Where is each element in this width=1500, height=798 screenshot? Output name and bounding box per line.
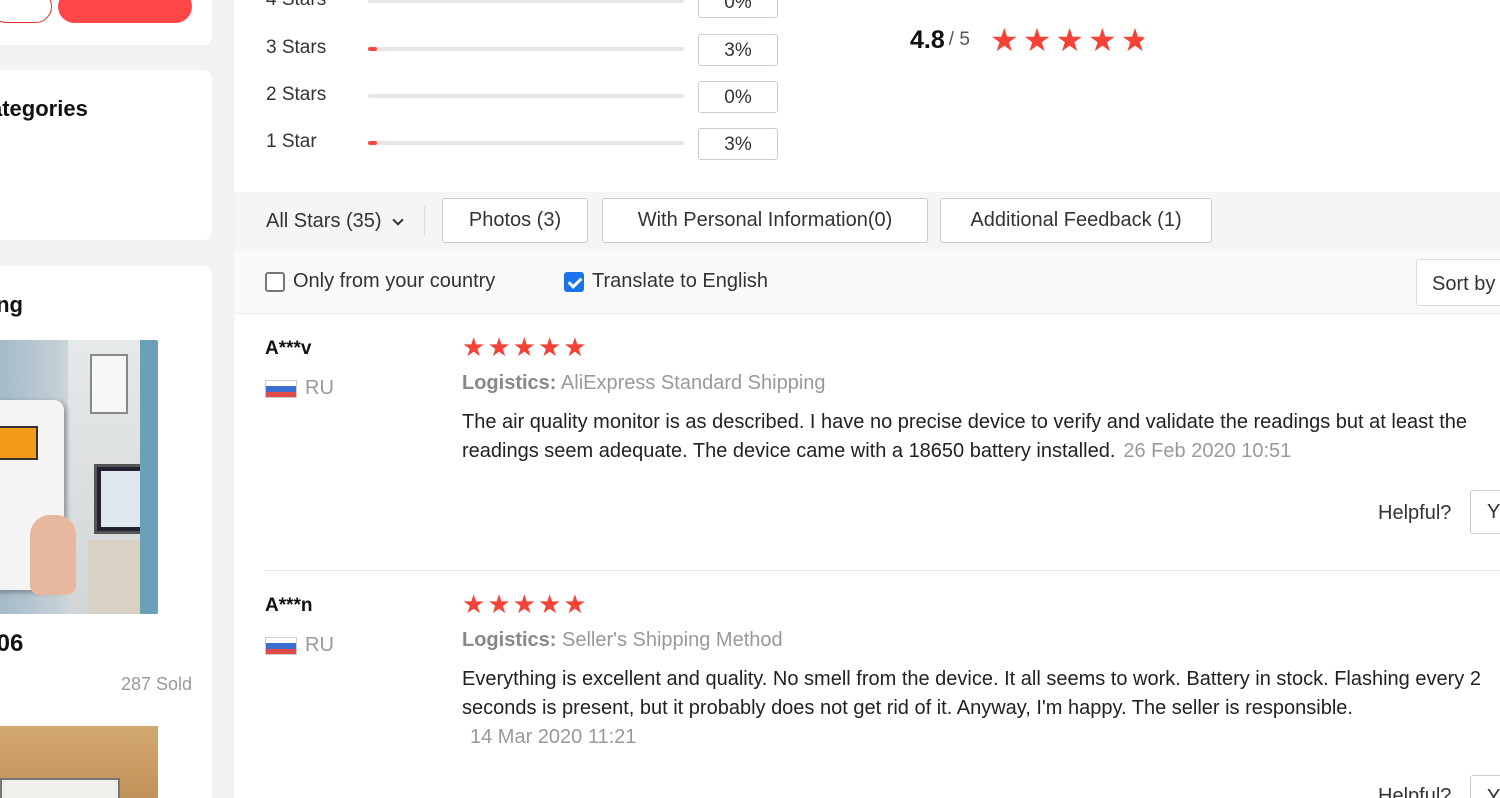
star-icon: ★ <box>512 589 536 619</box>
primary-button[interactable] <box>58 0 192 23</box>
outline-button[interactable] <box>0 0 52 23</box>
star-icon: ★ <box>462 589 486 619</box>
rating-label: 2 Stars <box>266 84 327 105</box>
star-icon: ★ <box>462 332 486 362</box>
logistics-value: AliExpress Standard Shipping <box>560 372 826 394</box>
star-icon: ★ <box>1120 22 1150 58</box>
star-icon: ★ <box>563 589 587 619</box>
product-sold-count: 287 Sold <box>120 674 192 694</box>
all-stars-dropdown[interactable]: All Stars (35) <box>266 210 404 233</box>
logistics-label: Logistics: <box>462 372 557 394</box>
categories-title: ategories <box>0 96 88 121</box>
star-icon: ★ <box>487 589 511 619</box>
additional-feedback-filter-button[interactable]: Additional Feedback (1) <box>940 198 1212 243</box>
review-text: Everything is excellent and quality. No … <box>462 665 1500 752</box>
logistics-label: Logistics: <box>462 629 557 651</box>
reviews-panel: 4 Stars 0% 3 Stars 3% 2 Stars 0% 1 Star … <box>234 0 1500 798</box>
review-item: A***v RU ★ ★ ★ ★ ★ Logistics: AliExpress… <box>234 314 1500 570</box>
product-image[interactable] <box>0 340 158 614</box>
logistics-value: Seller's Shipping Method <box>562 629 783 651</box>
star-icon: ★ <box>537 589 562 619</box>
reviewer-name: A***v <box>265 338 312 359</box>
rating-percent: 3% <box>698 34 778 66</box>
only-country-label: Only from your country <box>293 270 496 292</box>
left-sidebar: ategories s ing .06 287 Sold <box>0 0 212 798</box>
translate-label: Translate to English <box>592 270 769 292</box>
filter-bar: All Stars (35) Photos (3) With Personal … <box>234 192 1500 250</box>
helpful-yes-button[interactable]: Y <box>1470 775 1500 798</box>
review-stars: ★ ★ ★ ★ ★ <box>462 591 587 617</box>
review-date: 14 Mar 2020 11:21 <box>470 726 637 748</box>
review-body: The air quality monitor is as described.… <box>462 411 1467 462</box>
rating-label: 3 Stars <box>266 37 327 58</box>
options-bar: Only from your country Translate to Engl… <box>234 250 1500 314</box>
helpful-yes-button[interactable]: Y <box>1470 490 1500 534</box>
divider <box>424 206 425 236</box>
reviewer-country: RU <box>305 377 334 399</box>
rating-percent: 3% <box>698 128 778 160</box>
photos-filter-button[interactable]: Photos (3) <box>442 198 588 243</box>
russia-flag-icon <box>265 637 297 655</box>
chevron-down-icon <box>391 213 404 226</box>
reviewer-country: RU <box>305 634 334 656</box>
russia-flag-icon <box>265 380 297 398</box>
rating-label: 1 Star <box>266 131 317 152</box>
personal-info-filter-button[interactable]: With Personal Information(0) <box>602 198 928 243</box>
rating-bar <box>368 47 684 51</box>
rating-label: 4 Stars <box>266 0 366 11</box>
star-icon: ★ <box>563 332 587 362</box>
translate-option[interactable]: Translate to English <box>564 270 768 293</box>
review-stars: ★ ★ ★ ★ ★ <box>462 334 587 360</box>
product-image-2[interactable] <box>0 726 158 798</box>
rating-bar <box>368 141 684 145</box>
overall-score: 4.8 <box>910 25 945 54</box>
review-body: Everything is excellent and quality. No … <box>462 668 1481 719</box>
review-logistics: Logistics: AliExpress Standard Shipping <box>462 372 826 395</box>
review-item: A***n RU ★ ★ ★ ★ ★ Logistics: Seller's S… <box>234 571 1500 798</box>
star-icon: ★ <box>1055 22 1084 58</box>
recommendations-title: ing <box>0 292 23 317</box>
review-date: 26 Feb 2020 10:51 <box>1123 440 1292 462</box>
helpful-label: Helpful? <box>1378 785 1452 798</box>
star-icon: ★ <box>537 332 562 362</box>
star-icon: ★ <box>487 332 511 362</box>
rating-bar <box>368 94 684 98</box>
overall-stars: ★ ★ ★ ★ ★ <box>990 24 1149 56</box>
star-icon: ★ <box>989 22 1019 58</box>
star-icon: ★ <box>1087 22 1117 58</box>
categories-card: ategories s <box>0 70 212 240</box>
review-text: The air quality monitor is as described.… <box>462 408 1500 466</box>
rating-bar <box>368 0 684 3</box>
sort-dropdown[interactable]: Sort by <box>1416 259 1500 306</box>
only-country-checkbox[interactable] <box>265 271 285 292</box>
helpful-label: Helpful? <box>1378 502 1452 524</box>
recommendations-card: ing .06 287 Sold <box>0 266 212 798</box>
all-stars-label: All Stars (35) <box>266 210 382 232</box>
rating-percent: 0% <box>698 81 778 113</box>
only-country-option[interactable]: Only from your country <box>265 270 495 293</box>
overall-outof: / 5 <box>948 29 970 50</box>
translate-checkbox[interactable] <box>564 271 584 292</box>
star-icon: ★ <box>1022 22 1052 58</box>
product-price: .06 <box>0 630 24 657</box>
reviewer-name: A***n <box>265 595 313 616</box>
overall-rating: 4.8 / 5 ★ ★ ★ ★ ★ <box>910 20 1149 60</box>
review-logistics: Logistics: Seller's Shipping Method <box>462 629 783 652</box>
action-card <box>0 0 212 45</box>
star-icon: ★ <box>512 332 536 362</box>
rating-percent: 0% <box>698 0 778 18</box>
